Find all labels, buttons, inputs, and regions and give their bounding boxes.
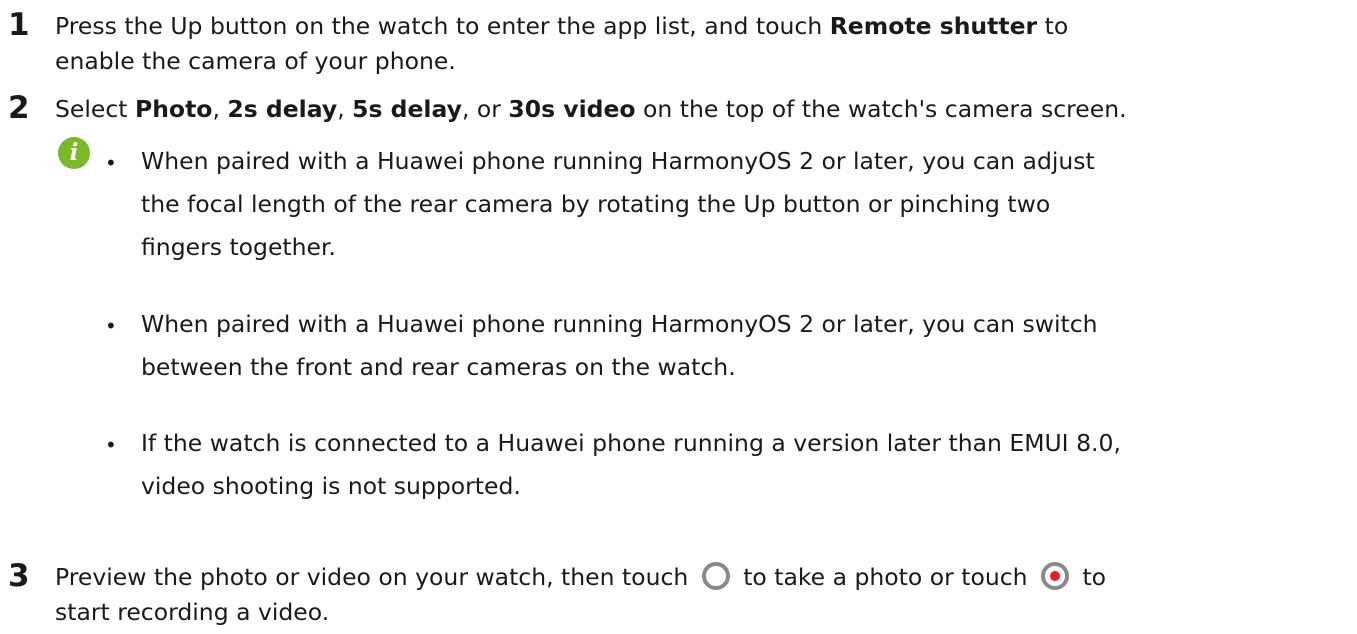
shutter-button-icon: [701, 562, 730, 590]
video-30s-label: 30s video: [508, 95, 636, 123]
record-dot-icon: [1050, 571, 1060, 581]
remote-shutter-label: Remote shutter: [829, 12, 1038, 40]
step-text: Press the Up button on the watch to ente…: [55, 9, 1345, 79]
step-line: enable the camera of your phone.: [55, 47, 456, 75]
bullet-dot: •: [105, 151, 117, 175]
step-line: Preview the photo or video on your watch…: [55, 562, 1107, 591]
step-number: 3: [8, 558, 30, 594]
delay-2s-label: 2s delay: [227, 95, 338, 123]
step-line: start recording a video.: [55, 598, 330, 626]
step-number: 2: [8, 90, 30, 126]
record-button-icon: [1041, 562, 1069, 590]
step-line: Press the Up button on the watch to ente…: [55, 12, 1069, 40]
step-text: Preview the photo or video on your watch…: [55, 560, 1345, 630]
photo-mode-label: Photo: [134, 95, 213, 123]
step-number: 1: [8, 7, 30, 43]
bullet-dot: •: [105, 433, 117, 457]
bullet-dot: •: [105, 314, 117, 338]
delay-5s-label: 5s delay: [352, 95, 462, 123]
step-text: Select Photo, 2s delay, 5s delay, or 30s…: [55, 95, 1127, 123]
bullet-text: When paired with a Huawei phone running …: [141, 147, 1095, 261]
info-icon: i: [58, 137, 90, 169]
bullet-text: If the watch is connected to a Huawei ph…: [141, 429, 1121, 500]
bullet-text: When paired with a Huawei phone running …: [141, 310, 1098, 381]
